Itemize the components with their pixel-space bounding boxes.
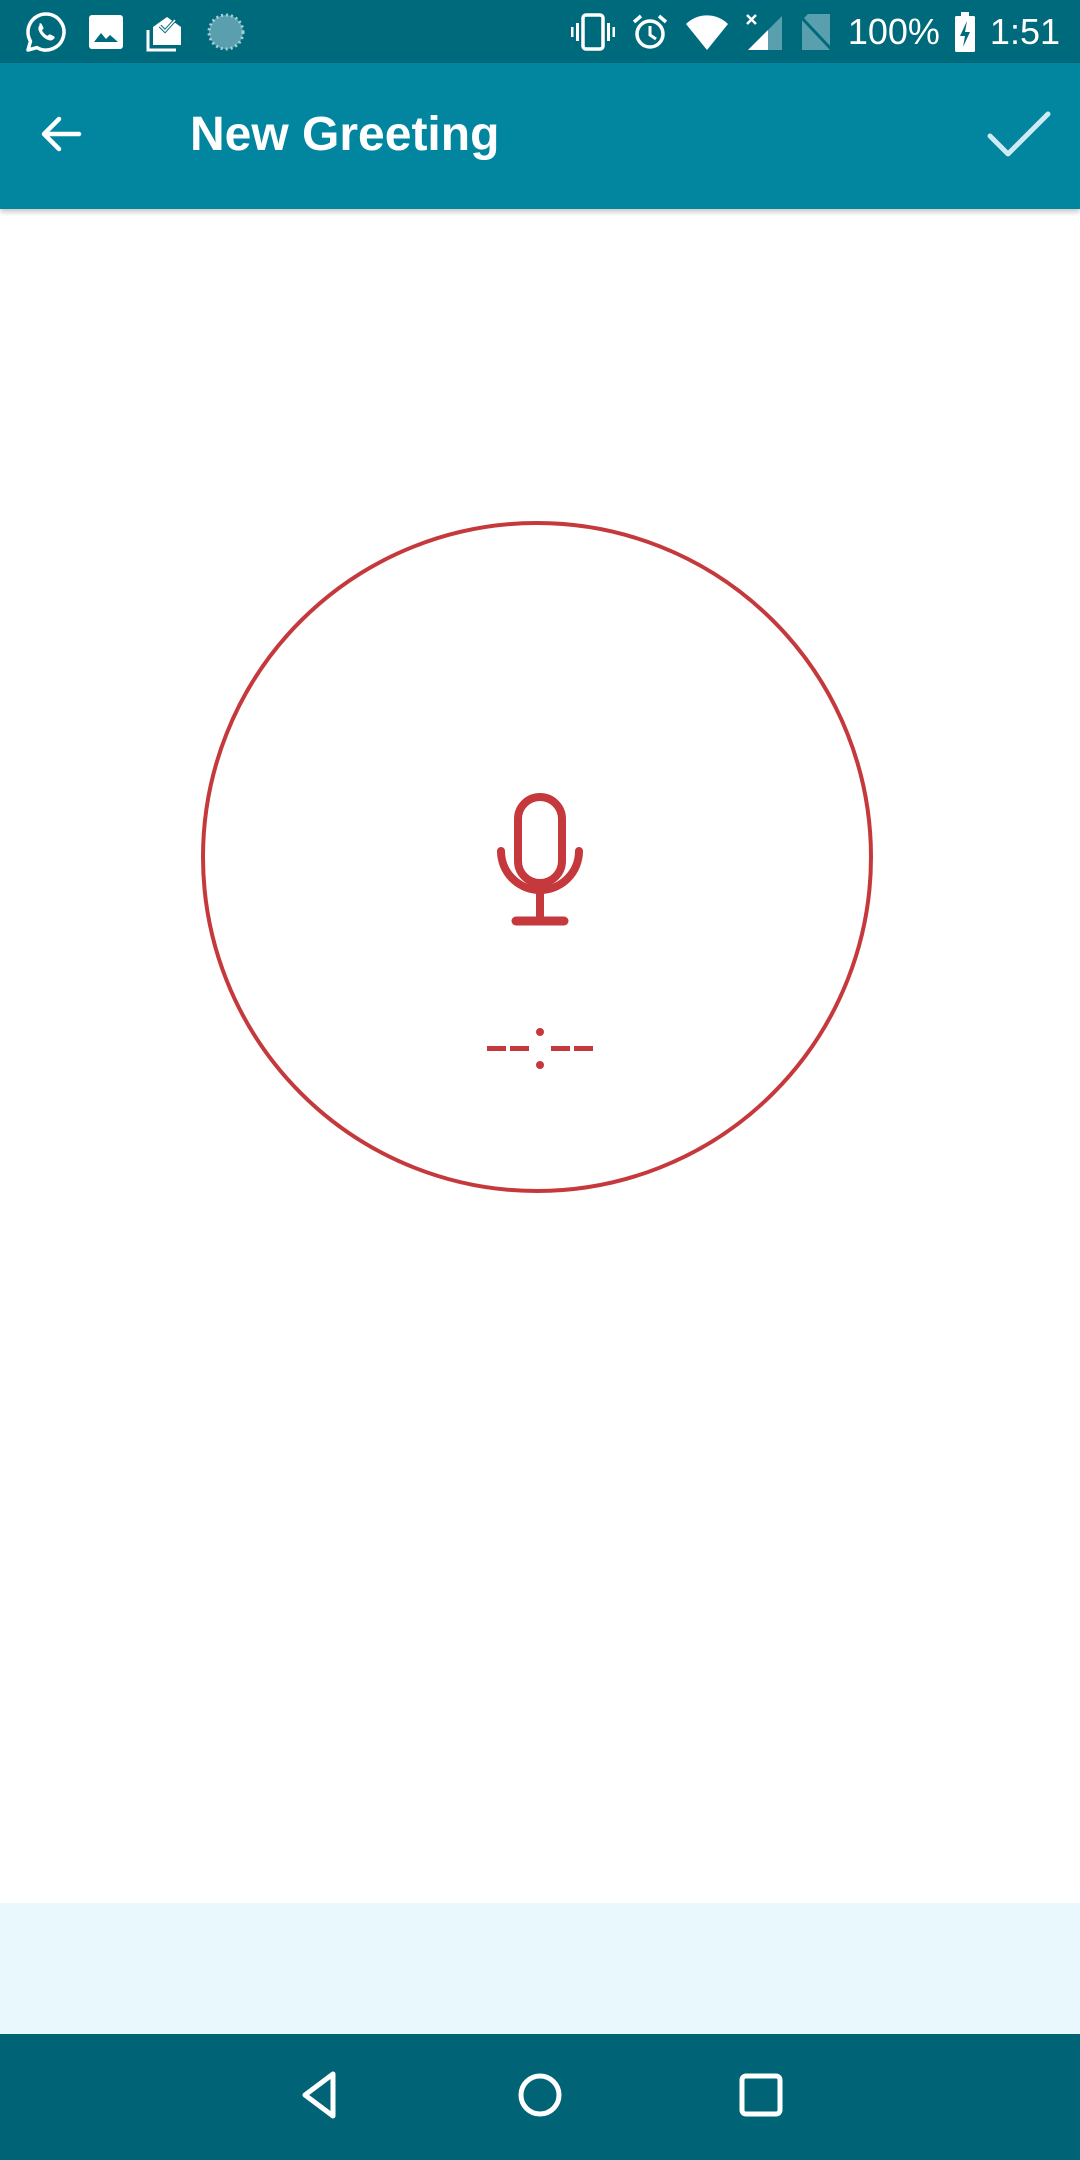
no-sim-icon xyxy=(798,12,834,52)
microphone-icon xyxy=(495,793,585,928)
square-recents-icon xyxy=(738,2072,784,2123)
vibrate-icon xyxy=(570,12,616,52)
arrow-left-icon xyxy=(37,110,85,163)
check-icon xyxy=(986,110,1052,163)
wifi-icon xyxy=(684,12,730,52)
page-title: New Greeting xyxy=(190,108,500,161)
triangle-back-icon xyxy=(297,2070,343,2125)
whatsapp-icon xyxy=(24,10,68,54)
battery-charging-icon xyxy=(954,11,976,53)
alarm-icon xyxy=(630,12,670,52)
mail-check-icon xyxy=(144,10,188,54)
image-icon xyxy=(86,12,126,52)
recording-timer: --:-- xyxy=(480,1025,600,1073)
battery-percent: 100% xyxy=(847,11,940,52)
app-bar: New Greeting xyxy=(0,63,1080,209)
status-bar: 100% 1:51 xyxy=(0,0,1080,63)
nav-recents-button[interactable] xyxy=(726,2062,796,2132)
bottom-panel xyxy=(0,1903,1080,2034)
cell-signal-no-data-icon xyxy=(744,12,784,52)
nav-back-button[interactable] xyxy=(285,2062,355,2132)
nav-home-button[interactable] xyxy=(505,2062,575,2132)
confirm-button[interactable] xyxy=(980,103,1058,169)
sync-progress-icon xyxy=(206,12,246,52)
navigation-bar xyxy=(0,2034,1080,2160)
clock: 1:51 xyxy=(989,11,1060,52)
notification-icons xyxy=(24,10,246,54)
system-icons: 100% 1:51 xyxy=(570,8,1060,56)
circle-home-icon xyxy=(516,2071,564,2124)
back-button[interactable] xyxy=(28,103,94,169)
